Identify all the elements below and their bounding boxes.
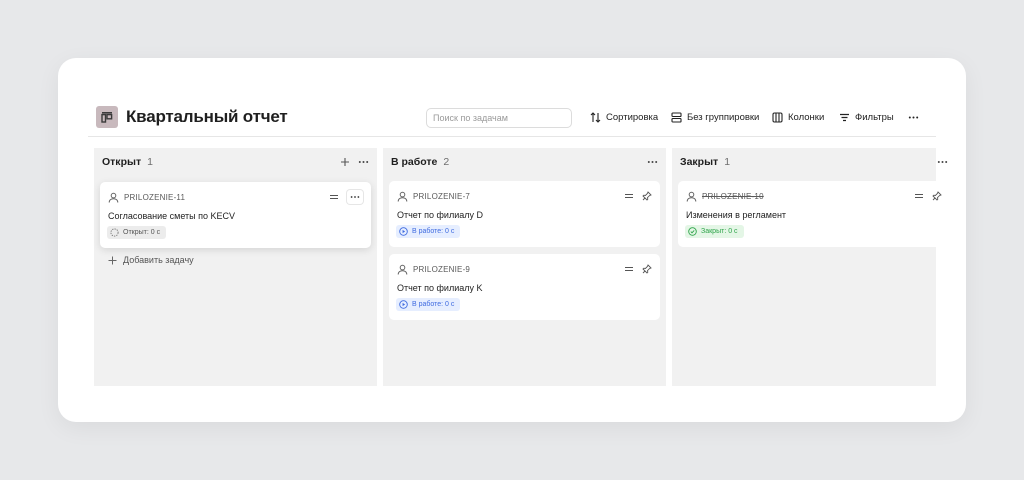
board-window: Квартальный отчет Сортировка Без группир… [58, 58, 966, 422]
task-title[interactable]: Отчет по филиалу D [397, 210, 483, 220]
column-count: 1 [147, 156, 153, 168]
column-more-button[interactable] [647, 157, 658, 167]
column-title: Закрыт [680, 156, 719, 168]
user-icon [108, 192, 119, 203]
task-card[interactable]: PRILOZENIE-10 Изменения в регламент Закр… [678, 181, 950, 247]
task-card[interactable]: PRILOZENIE-11 Согласование сметы по KECV… [100, 182, 371, 248]
task-title[interactable]: Отчет по филиалу K [397, 283, 483, 293]
filters-button[interactable]: Фильтры [839, 104, 894, 130]
task-id[interactable]: PRILOZENIE-9 [413, 265, 470, 274]
task-title[interactable]: Согласование сметы по KECV [108, 211, 235, 221]
status-open-icon [110, 228, 119, 237]
drag-handle-icon [915, 193, 923, 199]
more-icon [647, 161, 658, 163]
group-icon [671, 111, 682, 123]
column-open: Открыт 1 PRILOZENIE-11 Согласование смет… [94, 148, 377, 386]
column-title: Открыт [102, 156, 142, 168]
header-divider [88, 136, 936, 137]
user-icon [397, 264, 408, 275]
column-header: Открыт 1 [102, 154, 369, 170]
drag-handle-icon [625, 266, 633, 272]
pin-button[interactable] [932, 191, 942, 201]
grouping-button[interactable]: Без группировки [671, 104, 759, 130]
search-input[interactable] [426, 108, 572, 128]
status-text: Закрыт: 0 с [701, 228, 738, 235]
task-card[interactable]: PRILOZENIE-9 Отчет по филиалу K В работе… [389, 254, 660, 320]
column-in-progress: В работе 2 PRILOZENIE-7 Отчет по филиалу… [383, 148, 666, 386]
column-more-button[interactable] [937, 157, 948, 167]
filters-label: Фильтры [855, 111, 894, 123]
column-header: Закрыт 1 [680, 154, 948, 170]
status-badge[interactable]: В работе: 0 с [396, 298, 461, 311]
sort-icon [590, 111, 601, 123]
pin-icon [932, 191, 942, 201]
board-header: Квартальный отчет Сортировка Без группир… [96, 104, 936, 130]
drag-handle-icon [625, 193, 633, 199]
columns-icon [772, 111, 783, 123]
sort-label: Сортировка [606, 111, 659, 123]
status-text: В работе: 0 с [412, 228, 455, 235]
status-play-icon [399, 227, 408, 236]
drag-handle[interactable] [624, 265, 634, 273]
pin-button[interactable] [642, 191, 652, 201]
column-closed: Закрыт 1 PRILOZENIE-10 Изменения в регла… [672, 148, 950, 386]
status-play-icon [399, 300, 408, 309]
columns-label: Колонки [788, 111, 825, 123]
add-task-button[interactable]: Добавить задачу [108, 255, 194, 265]
task-id[interactable]: PRILOZENIE-10 [702, 192, 764, 201]
pin-icon [642, 264, 652, 274]
user-icon [397, 191, 408, 202]
column-header: В работе 2 [391, 154, 658, 170]
page-title: Квартальный отчет [126, 107, 288, 126]
drag-handle[interactable] [624, 192, 634, 200]
column-more-button[interactable] [358, 157, 369, 167]
task-id[interactable]: PRILOZENIE-7 [413, 192, 470, 201]
drag-handle-icon [330, 194, 338, 200]
more-icon [937, 161, 948, 163]
plus-icon [341, 158, 349, 166]
column-title: В работе [391, 156, 438, 168]
status-check-icon [688, 227, 697, 236]
status-badge[interactable]: Закрыт: 0 с [685, 225, 744, 238]
more-icon [358, 161, 369, 163]
more-icon [908, 116, 919, 118]
plus-icon [108, 256, 117, 264]
status-text: В работе: 0 с [412, 301, 455, 308]
board-icon [96, 106, 118, 128]
drag-handle[interactable] [329, 193, 339, 201]
header-more-button[interactable] [908, 104, 924, 130]
columns-button[interactable]: Колонки [772, 104, 824, 130]
pin-button[interactable] [642, 264, 652, 274]
add-card-button[interactable] [340, 157, 350, 167]
grouping-label: Без группировки [687, 111, 760, 123]
status-text: Открыт: 0 с [123, 229, 161, 236]
pin-icon [642, 191, 652, 201]
drag-handle[interactable] [914, 192, 924, 200]
card-more-button[interactable] [347, 190, 363, 204]
column-count: 1 [724, 156, 731, 168]
task-id[interactable]: PRILOZENIE-11 [124, 193, 185, 202]
status-badge[interactable]: В работе: 0 с [396, 225, 461, 238]
task-title[interactable]: Изменения в регламент [686, 210, 786, 220]
more-icon [350, 196, 360, 198]
column-count: 2 [443, 156, 450, 168]
task-card[interactable]: PRILOZENIE-7 Отчет по филиалу D В работе… [389, 181, 660, 247]
status-badge[interactable]: Открыт: 0 с [107, 226, 167, 239]
add-task-label: Добавить задачу [123, 255, 194, 265]
user-icon [686, 191, 697, 202]
filter-icon [840, 113, 849, 121]
sort-button[interactable]: Сортировка [590, 104, 658, 130]
